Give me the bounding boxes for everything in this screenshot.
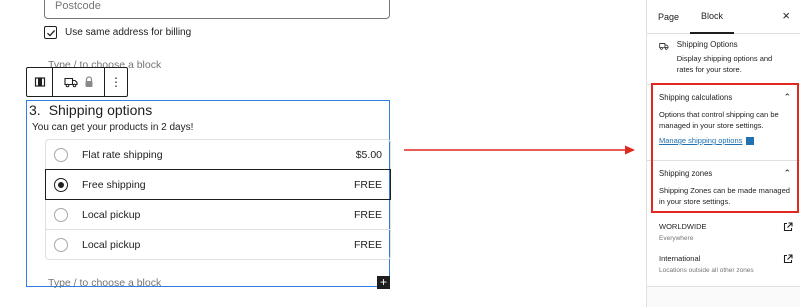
option-price: FREE bbox=[353, 238, 382, 251]
tab-page[interactable]: Page bbox=[647, 0, 690, 34]
zone-description: Everywhere bbox=[659, 235, 694, 242]
truck-icon bbox=[63, 77, 78, 88]
shipping-option[interactable]: Local pickup FREE bbox=[45, 229, 391, 260]
radio-button-selected[interactable] bbox=[54, 177, 68, 192]
select-parent-button[interactable] bbox=[27, 68, 53, 96]
shipping-options-block[interactable]: 3. Shipping options You can get your pro… bbox=[26, 100, 391, 287]
block-card-title: Shipping Options bbox=[676, 40, 738, 49]
zone-name: WORLDWIDE bbox=[659, 222, 707, 231]
lock-icon bbox=[85, 76, 92, 87]
check-icon bbox=[46, 29, 55, 37]
block-description[interactable]: You can get your products in 2 days! bbox=[32, 122, 193, 133]
block-type-button[interactable] bbox=[53, 68, 105, 96]
settings-sidebar: Page Block × Shipping Options Display sh… bbox=[646, 0, 800, 307]
add-block-button[interactable]: + bbox=[377, 276, 390, 289]
radio-button[interactable] bbox=[54, 147, 68, 162]
option-label: Local pickup bbox=[82, 208, 141, 221]
option-price: FREE bbox=[353, 178, 382, 191]
sidebar-footer bbox=[647, 286, 800, 307]
postcode-field[interactable]: Postcode bbox=[44, 0, 390, 19]
block-appender-placeholder-bottom[interactable]: Type / to choose a block bbox=[48, 277, 161, 289]
step-title[interactable]: Shipping options bbox=[49, 102, 153, 118]
radio-button[interactable] bbox=[54, 237, 68, 252]
zone-item[interactable]: WORLDWIDE Everywhere bbox=[659, 222, 793, 242]
block-card: Shipping Options Display shipping option… bbox=[647, 34, 800, 84]
same-address-label: Use same address for billing bbox=[65, 27, 192, 38]
step-number: 3. bbox=[29, 102, 41, 118]
sidebar-tabs: Page Block × bbox=[647, 0, 800, 34]
option-price: FREE bbox=[353, 208, 382, 221]
tab-block[interactable]: Block bbox=[690, 0, 735, 34]
external-link-icon[interactable] bbox=[783, 254, 793, 264]
billing-checkbox[interactable] bbox=[44, 26, 57, 39]
option-label: Local pickup bbox=[82, 238, 141, 251]
radio-button[interactable] bbox=[54, 207, 68, 222]
external-link-icon[interactable] bbox=[783, 222, 793, 232]
editor-canvas: Postcode Use same address for billing Ty… bbox=[0, 0, 646, 307]
shipping-options-list: Flat rate shipping $5.00 Free shipping F… bbox=[45, 139, 391, 260]
block-toolbar: ⋮ bbox=[26, 67, 128, 97]
block-title: 3. Shipping options bbox=[29, 102, 152, 118]
shipping-option-selected[interactable]: Free shipping FREE bbox=[45, 169, 391, 200]
close-icon[interactable]: × bbox=[782, 9, 790, 22]
zone-description: Locations outside all other zones bbox=[659, 267, 754, 274]
option-label: Flat rate shipping bbox=[82, 148, 163, 161]
option-label: Free shipping bbox=[82, 178, 146, 191]
zone-name: International bbox=[659, 254, 701, 263]
truck-icon bbox=[659, 43, 669, 50]
option-price: $5.00 bbox=[355, 148, 382, 161]
parent-block-icon bbox=[34, 77, 45, 87]
annotation-highlight-box bbox=[651, 83, 799, 213]
annotation-arrow-icon bbox=[404, 145, 635, 155]
zone-item[interactable]: International Locations outside all othe… bbox=[659, 254, 793, 274]
postcode-placeholder: Postcode bbox=[55, 0, 101, 12]
shipping-option[interactable]: Local pickup FREE bbox=[45, 199, 391, 230]
more-vertical-icon: ⋮ bbox=[110, 75, 122, 89]
shipping-option[interactable]: Flat rate shipping $5.00 bbox=[45, 139, 391, 170]
more-options-button[interactable]: ⋮ bbox=[105, 68, 127, 96]
block-card-description: Display shipping options and rates for y… bbox=[676, 54, 773, 74]
same-address-row[interactable]: Use same address for billing bbox=[44, 26, 191, 39]
